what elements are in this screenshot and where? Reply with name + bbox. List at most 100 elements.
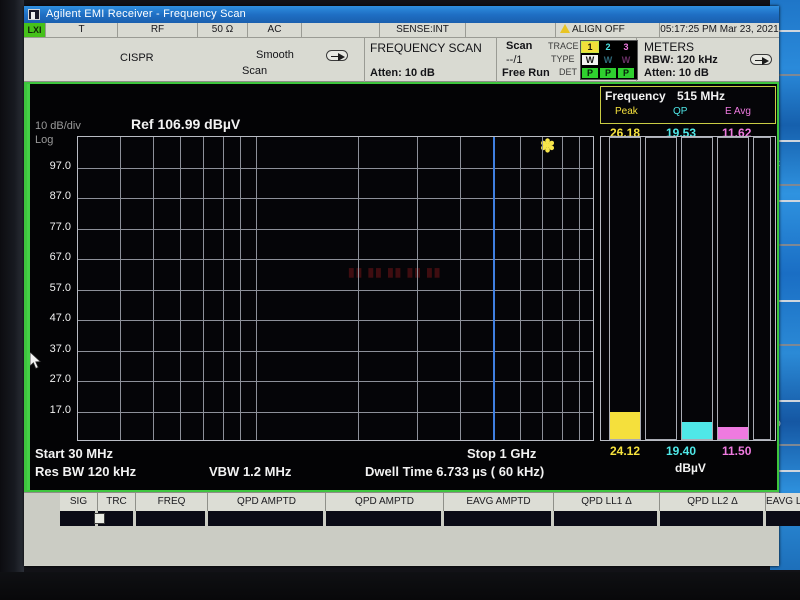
table-column-header[interactable]: QPD LL1 Δ [554, 493, 660, 511]
settings-divider-2 [496, 38, 497, 82]
gridline-vertical [542, 137, 543, 440]
det-label: DET [559, 67, 577, 77]
meter-bar-value-peak: 24.12 [610, 444, 640, 458]
table-column-header[interactable]: SIG [60, 493, 98, 511]
meter-bar-peak [610, 412, 640, 439]
cispr-label: CISPR [120, 52, 154, 64]
scan-heading: Scan [506, 40, 532, 52]
table-cell[interactable] [554, 511, 658, 526]
table-cell[interactable] [208, 511, 324, 526]
meter-slot-5 [753, 137, 771, 440]
table-column-header[interactable]: EAVG AMPTD [444, 493, 554, 511]
status-coupling[interactable]: AC [248, 23, 302, 37]
vbw[interactable]: VBW 1.2 MHz [209, 464, 291, 479]
gridline-vertical [520, 137, 521, 440]
y-axis-tick: 67.0 [27, 251, 71, 263]
meter-slot-qp [681, 137, 713, 440]
rbw-label: RBW: 120 kHz [644, 54, 718, 66]
gridline-vertical [417, 137, 418, 440]
gridline-vertical [153, 137, 154, 440]
gridline-vertical [460, 137, 461, 440]
meter-slot-eavg [717, 137, 749, 440]
trace-legend-box[interactable]: 1 2 3 W W W P P P [580, 40, 638, 80]
trace-number-2[interactable]: 2 [600, 42, 616, 52]
table-cell[interactable] [766, 511, 800, 526]
table-column-header[interactable]: QPD AMPTD [326, 493, 444, 511]
gridline-vertical [240, 137, 241, 440]
window-title: Agilent EMI Receiver - Frequency Scan [46, 8, 246, 20]
meters-bar-graph [600, 136, 776, 441]
table-column-header[interactable]: EAVG LL1 Δ [766, 493, 800, 511]
stop-frequency[interactable]: Stop 1 GHz [467, 446, 536, 461]
align-warning-label: ALIGN OFF [572, 24, 625, 35]
instrument-icon [28, 9, 40, 20]
scan-count: --/1 [506, 54, 523, 66]
trace-type-3[interactable]: W [618, 55, 634, 65]
status-blank-2 [466, 23, 556, 37]
gridline-horizontal [78, 229, 593, 230]
meters-title: METERS [644, 40, 694, 54]
trace-number-1[interactable]: 1 [582, 42, 598, 52]
table-cell[interactable] [136, 511, 206, 526]
gridline-horizontal [78, 259, 593, 260]
trace-det-3[interactable]: P [618, 68, 634, 78]
dwell-time[interactable]: Dwell Time 6.733 µs ( 60 kHz) [365, 464, 544, 479]
meter-slot-2 [645, 137, 677, 440]
lxi-indicator[interactable]: LXI [24, 23, 46, 37]
y-axis-tick: 57.0 [27, 282, 71, 294]
meters-arrow-icon[interactable] [750, 54, 772, 65]
status-input[interactable]: RF [118, 23, 198, 37]
table-cell[interactable] [60, 511, 96, 526]
table-column-header[interactable]: QPD LL2 Δ [660, 493, 766, 511]
scan-arrow-icon[interactable] [326, 50, 348, 61]
ref-level-label: Ref 106.99 dBµV [131, 116, 240, 132]
table-column-header[interactable]: TRC [98, 493, 136, 511]
res-bw[interactable]: Res BW 120 kHz [35, 464, 136, 479]
gridline-vertical [562, 137, 563, 440]
trace-type-1[interactable]: W [582, 55, 598, 65]
trace-number-3[interactable]: 3 [618, 42, 634, 52]
table-column-header[interactable]: QPD AMPTD [208, 493, 326, 511]
spectrum-display[interactable]: Frequency 515 MHz Peak QP E Avg 26.18 19… [24, 82, 779, 492]
atten-right: Atten: 10 dB [644, 67, 709, 79]
trace-type-2[interactable]: W [600, 55, 616, 65]
scan-state: Free Run [502, 67, 550, 79]
meter-slot-peak [609, 137, 641, 440]
status-impedance[interactable]: 50 Ω [198, 23, 248, 37]
status-bar: LXI T RF 50 Ω AC SENSE:INT ALIGN OFF 05:… [24, 23, 779, 38]
gridline-horizontal [78, 351, 593, 352]
table-column-header[interactable]: FREQ [136, 493, 208, 511]
gridline-horizontal [78, 290, 593, 291]
y-axis-tick: 27.0 [27, 373, 71, 385]
photo-backdrop: C O Agilent EMI Receiver - Frequency Sca… [0, 0, 800, 600]
db-per-div-label: 10 dB/div [35, 120, 81, 132]
settings-annotation-bar: CISPR Smooth Scan FREQUENCY SCAN Atten: … [24, 38, 779, 82]
screen-reflection: ▮▮ ▮▮ ▮▮ ▮▮ ▮▮ [348, 265, 441, 279]
gridline-vertical-marker [493, 137, 495, 440]
warning-triangle-icon [560, 24, 570, 33]
status-sense: SENSE:INT [380, 23, 466, 37]
table-cell[interactable] [444, 511, 552, 526]
status-trigger[interactable]: T [46, 23, 118, 37]
gridline-vertical [223, 137, 224, 440]
trace-checkbox[interactable] [94, 513, 105, 524]
graticule[interactable]: ✽ ▮▮ ▮▮ ▮▮ ▮▮ ▮▮ [77, 136, 594, 441]
bezel-bottom [0, 572, 800, 600]
results-table[interactable]: SIGTRCFREQQPD AMPTDQPD AMPTDEAVG AMPTDQP… [24, 492, 779, 565]
trace-label: TRACE [548, 41, 579, 51]
trace-det-2[interactable]: P [600, 68, 616, 78]
smooth-label: Smooth [256, 49, 294, 61]
settings-divider-1 [364, 38, 365, 82]
meter-bar-qp [682, 422, 712, 439]
y-axis-tick: 47.0 [27, 312, 71, 324]
table-cell[interactable] [326, 511, 442, 526]
scan-label-left: Scan [242, 65, 267, 77]
meter-unit-label: dBµV [675, 461, 706, 475]
trace-det-1[interactable]: P [582, 68, 598, 78]
gridline-vertical [120, 137, 121, 440]
gridline-horizontal [78, 198, 593, 199]
start-frequency[interactable]: Start 30 MHz [35, 446, 113, 461]
table-cell[interactable] [660, 511, 764, 526]
y-axis-tick: 87.0 [27, 190, 71, 202]
meter-name-qp: QP [673, 106, 687, 117]
